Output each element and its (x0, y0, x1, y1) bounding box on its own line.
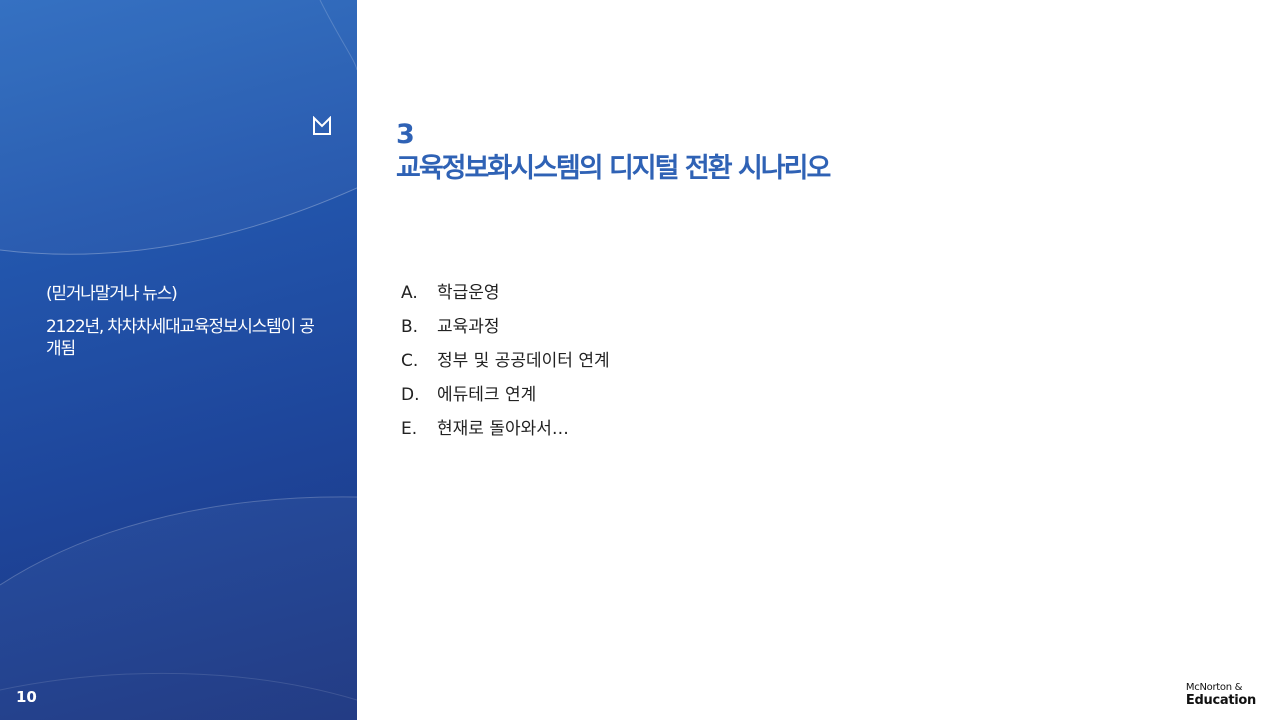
section-title: 교육정보화시스템의 디지털 전환 시나리오 (396, 153, 831, 184)
agenda-item-c: C. 정부 및 공공데이터 연계 (401, 346, 610, 380)
section-number: 3 (396, 119, 415, 150)
background-waves (0, 0, 357, 720)
agenda-item-d: D. 에듀테크 연계 (401, 380, 610, 414)
agenda-item-letter: C. (401, 351, 419, 371)
m-monogram-logo-icon (313, 116, 331, 135)
agenda-item-label: 현재로 돌아와서… (437, 419, 569, 439)
brand-logo: McNorton & Education (1185, 682, 1256, 708)
slide: (믿거나말거나 뉴스) 2122년, 차차차세대교육정보시스템이 공개됨 10 … (0, 0, 1280, 720)
news-headline: 2122년, 차차차세대교육정보시스템이 공개됨 (46, 317, 315, 359)
agenda-item-label: 학급운영 (437, 283, 500, 303)
agenda-item-letter: E. (401, 419, 418, 439)
agenda-item-letter: D. (401, 385, 420, 405)
page-number: 10 (16, 688, 37, 706)
agenda-item-label: 교육과정 (437, 317, 500, 337)
agenda-item-letter: A. (401, 283, 418, 303)
agenda-item-letter: B. (401, 317, 419, 337)
agenda-list: A. 학급운영 B. 교육과정 C. 정부 및 공공데이터 연계 D. 에듀테크 연계 … (401, 278, 610, 448)
agenda-item-b: B. 교육과정 (401, 312, 610, 346)
news-kicker: (믿거나말거나 뉴스) (46, 284, 178, 304)
agenda-item-e: E. 현재로 돌아와서… (401, 414, 610, 448)
agenda-item-a: A. 학급운영 (401, 278, 610, 312)
brand-line-1: McNorton & (1185, 682, 1243, 693)
agenda-item-label: 에듀테크 연계 (437, 385, 537, 405)
side-panel: (믿거나말거나 뉴스) 2122년, 차차차세대교육정보시스템이 공개됨 10 (0, 0, 357, 720)
brand-line-2: Education (1185, 693, 1256, 708)
agenda-item-label: 정부 및 공공데이터 연계 (437, 351, 610, 371)
